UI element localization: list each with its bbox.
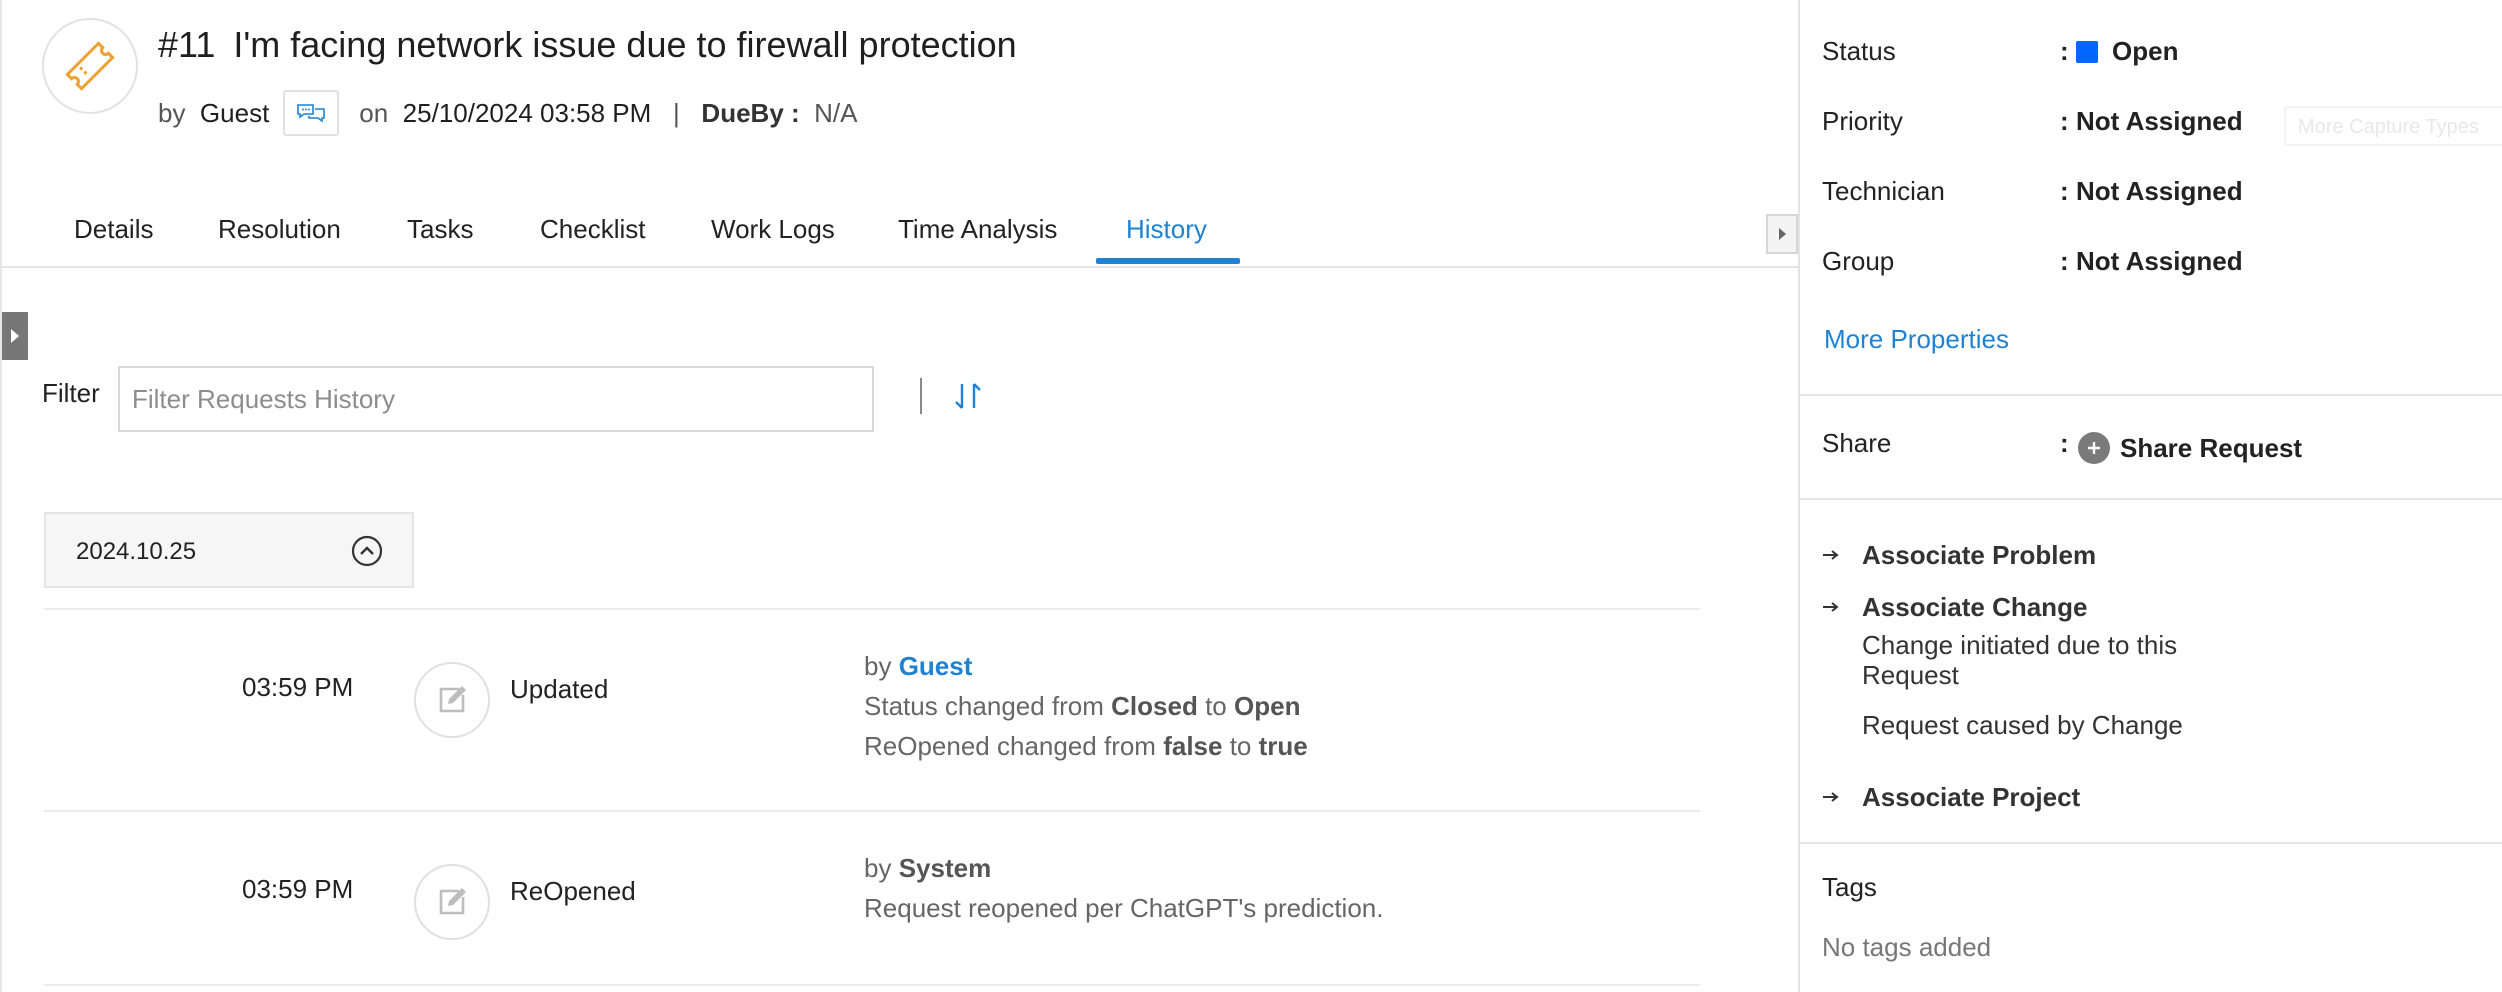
- change-to: Open: [1234, 691, 1301, 721]
- history-date: 2024.10.25: [76, 538, 197, 565]
- priority-value[interactable]: Not Assigned: [2076, 106, 2243, 137]
- sort-icon[interactable]: [948, 374, 988, 418]
- properties-panel: Status : Open Priority : Not Assigned Mo…: [1798, 0, 2502, 992]
- edit-icon: [414, 662, 490, 738]
- change-to-word: to: [1205, 691, 1227, 721]
- status-value[interactable]: Open: [2076, 36, 2178, 67]
- request-caused-by-change-option[interactable]: Request caused by Change: [1862, 710, 2183, 740]
- active-tab-indicator: [1096, 258, 1240, 264]
- tab-details[interactable]: Details: [74, 214, 153, 268]
- caret-right-icon: [11, 329, 19, 343]
- history-divider: [44, 810, 1700, 812]
- prop-colon: :: [2060, 246, 2069, 276]
- by-label: by: [158, 97, 186, 128]
- tags-label: Tags: [1822, 872, 1877, 902]
- requester-name[interactable]: Guest: [200, 98, 269, 129]
- expand-panel-button[interactable]: [1766, 214, 1798, 254]
- request-subject: I'm facing network issue due to firewall…: [233, 24, 1017, 65]
- change-to: true: [1258, 731, 1308, 761]
- change-to-word: to: [1229, 731, 1252, 761]
- status-label: Status: [1822, 36, 1896, 66]
- prop-colon: :: [2060, 106, 2069, 136]
- entry-action: ReOpened: [510, 876, 636, 906]
- arrow-right-icon: [1822, 594, 1840, 620]
- chevron-up-icon[interactable]: [350, 534, 384, 568]
- filter-divider: [920, 378, 922, 414]
- request-meta: by Guest on 25/10/2024 03:58 PM | DueBy …: [158, 90, 857, 136]
- arrow-right-icon: [1822, 784, 1840, 810]
- associate-change-link[interactable]: Associate Change: [1862, 592, 2087, 623]
- associate-project-link[interactable]: Associate Project: [1862, 782, 2080, 813]
- dueby-value: N/A: [814, 97, 858, 128]
- page-title: #11 I'm facing network issue due to firew…: [158, 24, 1017, 66]
- filter-history-input[interactable]: [118, 366, 874, 432]
- group-value[interactable]: Not Assigned: [2076, 246, 2243, 277]
- created-date: 25/10/2024 03:58 PM: [402, 97, 652, 128]
- entry-action: Updated: [510, 674, 609, 704]
- entry-author: System: [898, 853, 992, 883]
- tab-resolution[interactable]: Resolution: [218, 214, 341, 268]
- conversation-icon[interactable]: [283, 90, 340, 136]
- entry-by-label: by: [864, 853, 892, 883]
- entry-author-link[interactable]: Guest: [899, 651, 973, 681]
- prop-colon: :: [2060, 428, 2069, 458]
- prop-colon: :: [2060, 36, 2069, 66]
- panel-divider: [1800, 394, 2502, 396]
- history-divider: [44, 984, 1700, 986]
- group-label: Group: [1822, 246, 1895, 276]
- tab-time-analysis[interactable]: Time Analysis: [898, 214, 1057, 268]
- entry-details: by System Request reopened per ChatGPT's…: [864, 848, 1383, 928]
- tags-empty-text: No tags added: [1822, 932, 1992, 962]
- more-properties-link[interactable]: More Properties: [1824, 324, 2009, 355]
- history-divider: [44, 608, 1700, 610]
- on-label: on: [359, 97, 389, 128]
- request-number: #11: [158, 24, 216, 65]
- meta-separator: |: [672, 97, 680, 128]
- history-date-group[interactable]: 2024.10.25: [44, 512, 414, 588]
- status-color-swatch: [2076, 40, 2098, 63]
- panel-divider: [1800, 842, 2502, 844]
- entry-by-label: by: [864, 651, 892, 681]
- tab-checklist[interactable]: Checklist: [540, 214, 645, 268]
- change-from: Closed: [1111, 691, 1198, 721]
- status-text: Open: [2112, 36, 2179, 66]
- more-capture-types-button[interactable]: More Capture Types: [2284, 106, 2502, 146]
- edit-icon: [414, 864, 490, 940]
- dueby-label: DueBy :: [701, 97, 800, 128]
- share-label: Share: [1822, 428, 1892, 458]
- entry-details: by Guest Status changed from Closed to O…: [864, 646, 1308, 766]
- change-text: ReOpened changed from: [864, 731, 1156, 761]
- associate-problem-link[interactable]: Associate Problem: [1862, 540, 2096, 571]
- sidebar-toggle-handle[interactable]: [2, 312, 28, 360]
- tab-bar: Details Resolution Tasks Checklist Work …: [2, 200, 1798, 268]
- arrow-right-icon: [1822, 542, 1840, 568]
- plus-icon: [2078, 432, 2110, 464]
- change-initiated-option[interactable]: Change initiated due to this Request: [1862, 630, 2242, 690]
- filter-label: Filter: [42, 378, 100, 408]
- entry-time: 03:59 PM: [242, 874, 354, 904]
- priority-label: Priority: [1822, 106, 1903, 136]
- panel-divider: [1800, 498, 2502, 500]
- ticket-icon: [42, 18, 138, 114]
- entry-time: 03:59 PM: [242, 672, 354, 702]
- share-request-button[interactable]: Share Request: [2078, 432, 2302, 464]
- caret-right-icon: [1779, 228, 1786, 240]
- request-main-panel: #11 I'm facing network issue due to firew…: [0, 0, 1798, 992]
- share-request-label: Share Request: [2120, 432, 2303, 463]
- tab-work-logs[interactable]: Work Logs: [711, 214, 835, 268]
- change-from: false: [1163, 731, 1223, 761]
- technician-label: Technician: [1822, 176, 1945, 206]
- prop-colon: :: [2060, 176, 2069, 206]
- technician-value[interactable]: Not Assigned: [2076, 176, 2243, 207]
- entry-note: Request reopened per ChatGPT's predictio…: [864, 893, 1384, 923]
- change-text: Status changed from: [864, 691, 1104, 721]
- tab-tasks[interactable]: Tasks: [407, 214, 473, 268]
